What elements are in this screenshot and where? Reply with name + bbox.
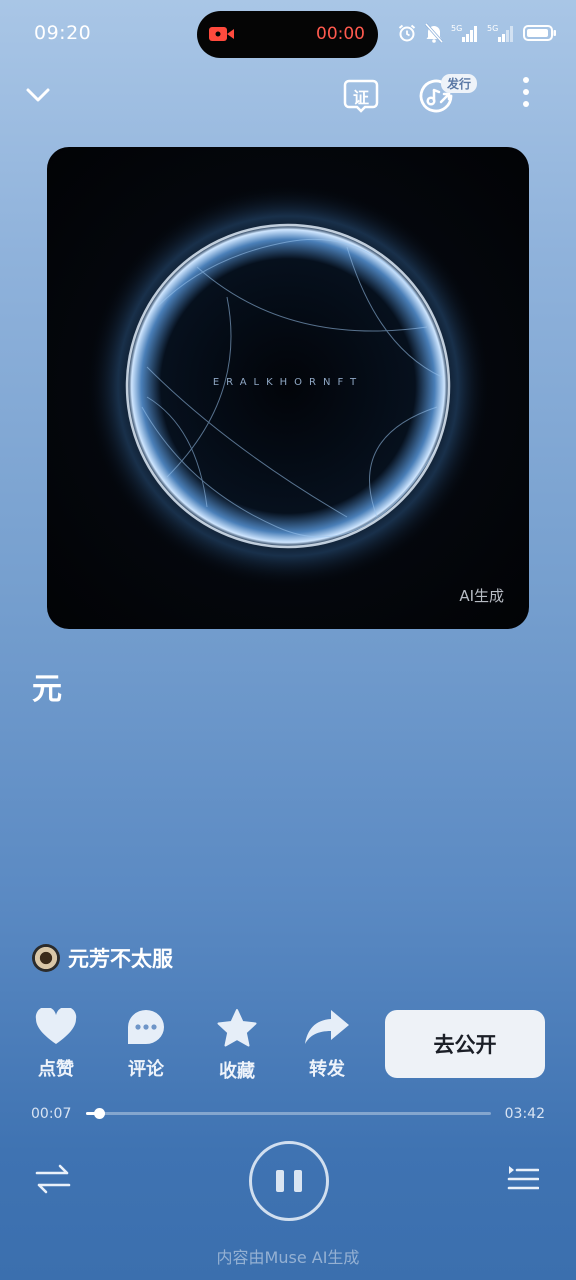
release-button[interactable]: 发行	[417, 72, 481, 116]
comment-button[interactable]: 评论	[116, 1008, 176, 1081]
avatar[interactable]	[32, 944, 60, 972]
playlist-icon	[507, 1164, 540, 1198]
playlist-button[interactable]	[505, 1163, 541, 1199]
record-timer: 00:00	[316, 24, 365, 44]
progress-thumb[interactable]	[93, 1108, 105, 1119]
progress-slider[interactable]	[86, 1108, 491, 1119]
album-cover[interactable]: ERALKHORNFT AI生成	[47, 147, 529, 629]
share-label: 转发	[309, 1059, 345, 1080]
pause-icon	[276, 1170, 284, 1192]
certificate-icon: 证	[343, 79, 379, 113]
cover-art-text: ERALKHORNFT	[212, 377, 364, 388]
screen-record-pill[interactable]: 00:00	[197, 11, 378, 58]
heart-icon	[35, 1006, 77, 1050]
release-icon: 发行	[417, 72, 481, 116]
pause-button[interactable]	[249, 1141, 329, 1221]
status-icons: 5G 5G	[397, 23, 557, 47]
total-time: 03:42	[504, 1106, 545, 1122]
share-button[interactable]: 转发	[297, 1008, 357, 1081]
repeat-order-icon	[35, 1163, 71, 1199]
share-arrow-icon	[303, 1008, 351, 1050]
song-title: 元	[32, 672, 62, 707]
signal-5g-icon: 5G	[451, 23, 479, 47]
ai-generated-badge: AI生成	[459, 587, 504, 605]
video-record-icon	[209, 25, 235, 47]
pause-icon-bar	[294, 1170, 302, 1192]
comment-label: 评论	[128, 1059, 164, 1080]
favorite-button[interactable]: 收藏	[207, 1008, 267, 1083]
comment-icon	[126, 1008, 166, 1050]
orb-artwork	[88, 186, 488, 586]
elapsed-time: 00:07	[31, 1106, 72, 1122]
mute-icon	[424, 23, 444, 47]
more-button[interactable]	[512, 76, 540, 112]
certificate-label: 证	[352, 88, 369, 107]
like-label: 点赞	[38, 1059, 74, 1080]
like-button[interactable]: 点赞	[26, 1006, 86, 1081]
certificate-button[interactable]: 证	[341, 77, 381, 115]
alarm-icon	[397, 23, 417, 47]
artist-name[interactable]: 元芳不太服	[68, 943, 173, 973]
star-icon	[216, 1008, 258, 1052]
play-mode-button[interactable]	[34, 1163, 72, 1199]
svg-text:5G: 5G	[451, 24, 462, 33]
ai-disclaimer: 内容由Muse AI生成	[216, 1248, 360, 1267]
battery-icon	[523, 24, 557, 46]
status-time: 09:20	[34, 22, 92, 44]
release-badge: 发行	[441, 74, 478, 93]
publish-button[interactable]: 去公开	[385, 1010, 545, 1078]
artist-row[interactable]: 元芳不太服	[32, 943, 173, 973]
more-vertical-icon	[522, 76, 530, 112]
chevron-down-icon	[25, 87, 51, 107]
signal-5g-icon: 5G	[487, 23, 515, 47]
svg-text:5G: 5G	[487, 24, 498, 33]
favorite-label: 收藏	[219, 1061, 255, 1082]
collapse-button[interactable]	[22, 82, 54, 112]
